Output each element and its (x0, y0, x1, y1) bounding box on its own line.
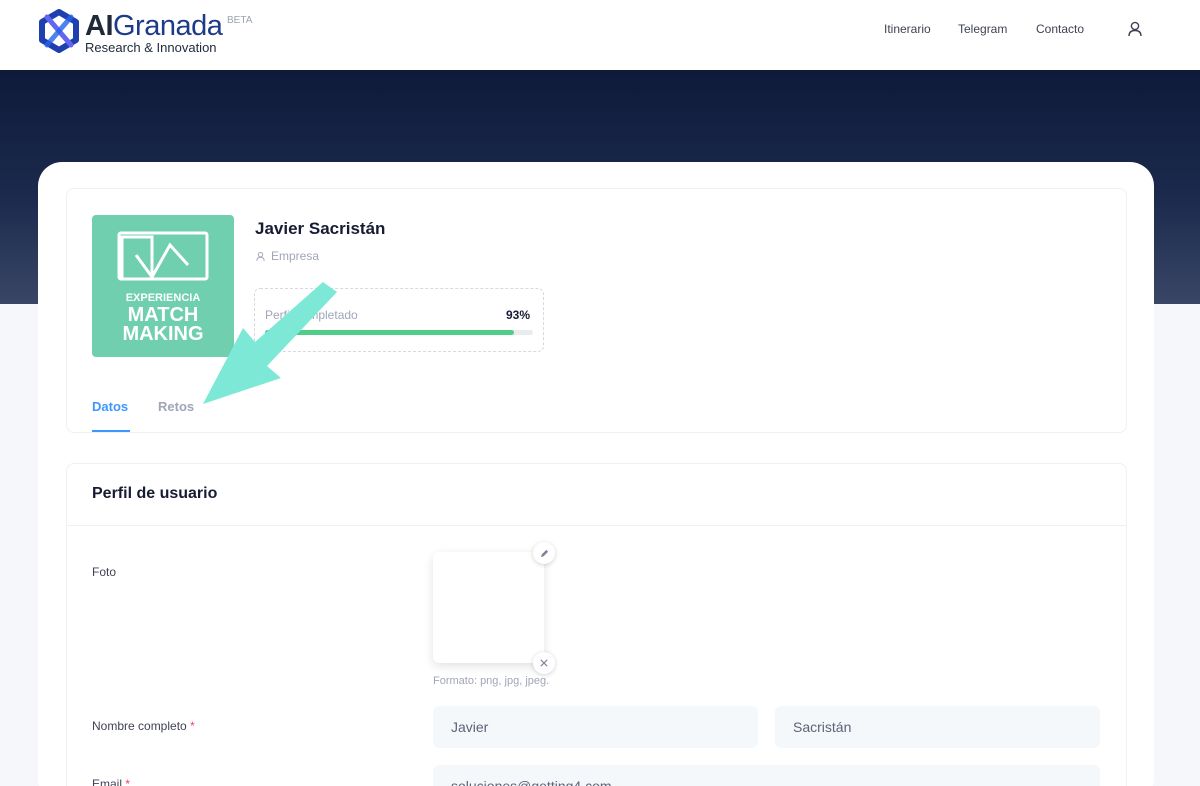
profile-name: Javier Sacristán (255, 219, 386, 238)
foto-label: Foto (92, 565, 117, 579)
logo-title: AIGranada (85, 10, 223, 42)
logo[interactable]: AIGranada BETA Research & Innovation (37, 9, 277, 61)
top-navbar: AIGranada BETA Research & Innovation Iti… (0, 0, 1200, 70)
last-name-input[interactable] (775, 706, 1100, 748)
tab-datos[interactable]: Datos (92, 399, 128, 414)
email-label: Email * (92, 777, 130, 786)
tab-retos[interactable]: Retos (158, 399, 194, 414)
image-line-3: MAKING (122, 323, 203, 345)
nav-telegram[interactable]: Telegram (958, 22, 1007, 36)
nav-itinerario[interactable]: Itinerario (884, 22, 931, 36)
edit-photo-button[interactable] (533, 542, 555, 564)
divider (67, 525, 1126, 526)
active-tab-underline (92, 430, 130, 432)
photo-format-hint: Formato: png, jpg, jpeg. (433, 675, 550, 687)
first-name-input[interactable] (433, 706, 758, 748)
pencil-icon (540, 549, 548, 557)
logo-ai: AI (85, 10, 114, 42)
beta-badge: BETA (227, 15, 253, 26)
logo-subtitle: Research & Innovation (85, 40, 217, 55)
nombre-label: Nombre completo * (92, 719, 195, 733)
logo-mark-icon (39, 9, 79, 53)
section-title: Perfil de usuario (92, 485, 218, 502)
photo-upload[interactable] (433, 552, 544, 663)
nav-contacto[interactable]: Contacto (1036, 22, 1084, 36)
person-icon (256, 251, 265, 261)
profile-role: Empresa (255, 249, 319, 263)
progress-percent: 93% (506, 308, 531, 322)
nombre-label-text: Nombre completo (92, 719, 187, 733)
logo-granada: Granada (113, 10, 223, 42)
remove-photo-button[interactable] (533, 652, 555, 674)
close-icon (540, 659, 548, 667)
role-label: Empresa (271, 249, 320, 263)
required-mark: * (125, 777, 131, 786)
image-line-1: EXPERIENCIA (126, 292, 201, 304)
email-input[interactable] (433, 765, 1100, 786)
annotation-arrow-icon (203, 282, 337, 404)
user-icon[interactable] (1126, 20, 1144, 38)
email-label-text: Email (92, 777, 123, 786)
required-mark: * (190, 719, 195, 733)
